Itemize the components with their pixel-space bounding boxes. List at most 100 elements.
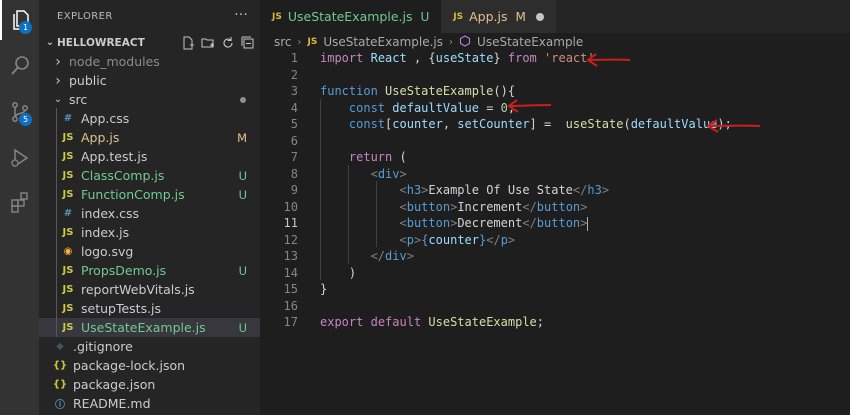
code-token: > — [507, 232, 516, 247]
js-file-icon: JS — [62, 227, 74, 238]
code-token: , { — [406, 51, 436, 66]
js-file-icon: JS — [62, 170, 74, 181]
refresh-icon[interactable] — [220, 35, 236, 50]
file-item[interactable]: JS App.test.js — [39, 147, 260, 166]
project-section[interactable]: ⌄ HELLOWREACT — [39, 33, 260, 52]
code-line: 12 <p>{counter}</p> — [260, 232, 850, 249]
code-token: > — [406, 249, 414, 264]
file-item[interactable]: ⓘ README.md — [39, 394, 260, 413]
tree-item-label: package.json — [73, 377, 156, 392]
breadcrumb-symbol[interactable]: UseStateExample — [477, 35, 583, 49]
file-item[interactable]: {} package.json — [39, 375, 260, 394]
code-token: </ — [486, 232, 501, 247]
file-item[interactable]: # index.css — [39, 204, 260, 223]
folder-item[interactable]: › public — [39, 71, 260, 90]
tree-item-label: App.css — [81, 111, 130, 126]
file-item[interactable]: JS index.js — [39, 223, 260, 242]
code-token: < — [370, 166, 378, 181]
code-token: } — [320, 282, 328, 297]
tree-item-label: README.md — [73, 396, 151, 411]
collapse-all-icon[interactable] — [240, 35, 256, 50]
chevron-right-icon: › — [297, 36, 302, 48]
js-file-icon: JS — [62, 284, 74, 295]
line-number: 2 — [290, 67, 298, 82]
line-number: 6 — [290, 133, 298, 148]
file-item[interactable]: {} package-lock.json — [39, 356, 260, 375]
explorer-icon[interactable]: 1 — [0, 0, 39, 40]
indent-guide — [56, 108, 57, 337]
unsaved-dot-icon[interactable] — [535, 12, 544, 21]
tree-item-label: node_modules — [69, 54, 160, 69]
json-file-icon: {} — [52, 360, 68, 371]
new-file-icon[interactable] — [180, 35, 196, 50]
explorer-header: EXPLORER ··· — [39, 0, 260, 33]
tree-item-label: package-lock.json — [73, 358, 186, 373]
source-control-icon[interactable]: 5 — [0, 92, 39, 132]
file-item[interactable]: JS setupTests.js — [39, 299, 260, 318]
code-token: div — [385, 249, 407, 264]
breadcrumb-folder[interactable]: src — [274, 35, 292, 49]
folder-item[interactable]: ⌄ src — [39, 90, 260, 109]
code-token: import — [320, 51, 364, 66]
code-line: 8 <div> — [260, 166, 850, 183]
code-token: Decrement — [457, 216, 523, 230]
file-tree: › node_modules › public ⌄ src # App.css JS App.js… — [39, 52, 260, 413]
js-file-icon: JS — [62, 265, 74, 276]
code-line: 10 <button>Increment</button> — [260, 199, 850, 216]
file-item[interactable]: JS FunctionComp.js U — [39, 185, 260, 204]
editor-tab[interactable]: JS App.js M — [441, 0, 556, 33]
run-debug-icon[interactable] — [0, 138, 39, 178]
code-token: h3 — [587, 183, 602, 198]
tree-item-label: public — [69, 73, 107, 88]
editor-tab[interactable]: JS UseStateExample.js U — [260, 0, 442, 33]
tab-status: U — [420, 9, 430, 24]
code-token: button — [406, 199, 451, 214]
js-file-icon: JS — [62, 151, 74, 162]
file-item[interactable]: ◆ .gitignore — [39, 337, 260, 356]
code-token: ] = — [529, 117, 566, 132]
code-token: counter — [392, 117, 443, 132]
code-line: 9 <h3>Example Of Use State</h3> — [260, 182, 850, 199]
file-item[interactable]: JS ClassComp.js U — [39, 166, 260, 185]
code-line: 4 const defaultValue = 0; — [260, 100, 850, 117]
code-text: <div> — [320, 167, 407, 181]
folder-item[interactable]: › node_modules — [39, 52, 260, 71]
file-item[interactable]: # App.css — [39, 109, 260, 128]
code-token: function — [320, 84, 378, 99]
code-token: UseStateExample — [385, 84, 494, 99]
tree-item-label: index.js — [81, 225, 130, 240]
tree-item-label: logo.svg — [81, 244, 134, 259]
file-item[interactable]: JS PropsDemo.js U — [39, 261, 260, 280]
code-line: 3 function UseStateExample(){ — [260, 83, 850, 100]
chevron-right-icon: › — [449, 36, 454, 48]
code-token: h3 — [406, 183, 422, 198]
chevron-right-icon: › — [55, 53, 61, 70]
file-item[interactable]: ◉ logo.svg — [39, 242, 260, 261]
code-line: 17 export default UseStateExample; — [260, 314, 850, 331]
explorer-badge: 1 — [19, 21, 32, 34]
line-number: 8 — [290, 166, 298, 181]
code-token: counter — [428, 232, 479, 247]
tree-item-label: PropsDemo.js — [81, 263, 167, 278]
file-item[interactable]: JS UseStateExample.js U — [39, 318, 260, 337]
code-text: export default UseStateExample; — [320, 315, 544, 329]
more-actions-icon[interactable]: ··· — [234, 8, 248, 23]
search-icon[interactable] — [0, 46, 39, 86]
explorer-title: EXPLORER — [57, 11, 113, 22]
code-token: </ — [370, 249, 386, 264]
code-editor[interactable]: 1 import React , {useState} from 'react' 2… — [260, 49, 850, 369]
code-token: defaultValue — [630, 117, 718, 132]
symbol-icon — [459, 34, 471, 50]
code-token: < — [399, 199, 407, 214]
code-text: <p>{counter}</p> — [320, 233, 515, 247]
breadcrumb-file[interactable]: UseStateExample.js — [323, 35, 443, 49]
extensions-icon[interactable] — [0, 182, 39, 222]
file-item[interactable]: JS reportWebVitals.js — [39, 280, 260, 299]
git-status: U — [238, 187, 247, 202]
code-token: ) — [320, 265, 357, 280]
chevron-right-icon: › — [55, 72, 61, 89]
code-token: ( — [623, 117, 631, 132]
file-item[interactable]: JS App.js M — [39, 128, 260, 147]
new-folder-icon[interactable] — [200, 35, 216, 50]
